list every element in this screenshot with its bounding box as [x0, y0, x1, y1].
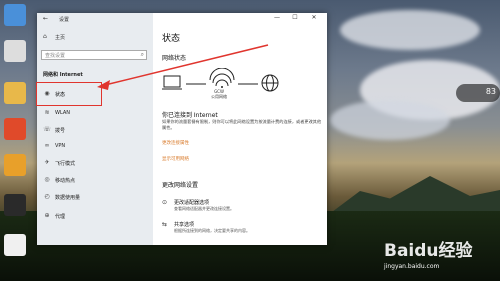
annotation-arrow — [97, 44, 269, 90]
